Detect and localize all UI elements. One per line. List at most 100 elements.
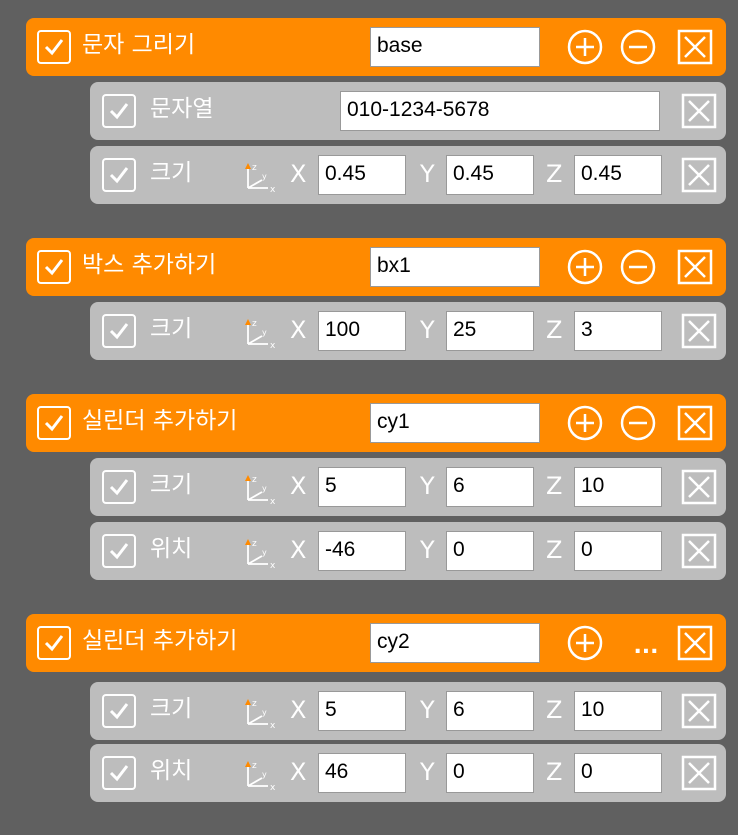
svg-text:x: x (270, 721, 276, 728)
close-box-icon[interactable] (676, 624, 714, 662)
enable-checkbox[interactable] (37, 626, 71, 660)
property-label: 크기 (150, 696, 193, 722)
checkmark-icon (109, 703, 129, 720)
group-title: 실린더 추가하기 (82, 628, 238, 654)
svg-text:z: z (252, 699, 257, 709)
z-value-input[interactable]: 0 (574, 753, 662, 793)
group-header-box: 박스 추가하기 bx1 (26, 238, 726, 296)
group-title: 실린더 추가하기 (82, 408, 238, 434)
property-row-size: 크기 zyx X 0.45 Y 0.45 Z 0.45 (90, 146, 726, 204)
plus-circle-icon[interactable] (566, 28, 604, 66)
string-value-input[interactable]: 010-1234-5678 (340, 91, 660, 131)
enable-checkbox[interactable] (102, 534, 136, 568)
svg-text:y: y (262, 172, 267, 181)
object-name-input[interactable]: cy2 (370, 623, 540, 663)
close-box-icon[interactable] (680, 532, 718, 570)
y-axis-label: Y (420, 696, 435, 724)
x-value-input[interactable]: 100 (318, 311, 406, 351)
close-box-icon[interactable] (680, 312, 718, 350)
enable-checkbox[interactable] (102, 314, 136, 348)
property-label: 크기 (150, 472, 193, 498)
y-value-input[interactable]: 0.45 (446, 155, 534, 195)
close-box-icon[interactable] (676, 28, 714, 66)
y-value-input[interactable]: 6 (446, 691, 534, 731)
svg-text:x: x (270, 783, 276, 790)
property-label: 위치 (150, 758, 193, 784)
property-row-size: 크기 zyx X 100 Y 25 Z 3 (90, 302, 726, 360)
close-box-icon[interactable] (680, 754, 718, 792)
property-row-position: 위치 zyx X 46 Y 0 Z 0 (90, 744, 726, 802)
xyz-axes-icon: zyx (245, 475, 276, 504)
xyz-axes-icon: zyx (245, 163, 276, 192)
property-row-size: 크기 zyx X 5 Y 6 Z 10 (90, 682, 726, 740)
enable-checkbox[interactable] (102, 470, 136, 504)
x-value-input[interactable]: 0.45 (318, 155, 406, 195)
x-value-input[interactable]: -46 (318, 531, 406, 571)
x-value-input[interactable]: 46 (318, 753, 406, 793)
minus-circle-icon[interactable] (619, 248, 657, 286)
plus-circle-icon[interactable] (566, 248, 604, 286)
property-row-position: 위치 zyx X -46 Y 0 Z 0 (90, 522, 726, 580)
z-value-input[interactable]: 0.45 (574, 155, 662, 195)
y-axis-label: Y (420, 536, 435, 564)
z-axis-label: Z (546, 696, 563, 724)
minus-circle-icon[interactable] (619, 28, 657, 66)
svg-text:y: y (262, 770, 267, 779)
enable-checkbox[interactable] (37, 30, 71, 64)
z-axis-label: Z (546, 758, 563, 786)
x-axis-label: X (290, 316, 307, 344)
z-axis-label: Z (546, 160, 563, 188)
y-axis-label: Y (420, 472, 435, 500)
enable-checkbox[interactable] (37, 406, 71, 440)
z-value-input[interactable]: 10 (574, 467, 662, 507)
svg-text:z: z (252, 319, 257, 329)
group-header-text: 문자 그리기 base (26, 18, 726, 76)
object-name-input[interactable]: cy1 (370, 403, 540, 443)
z-value-input[interactable]: 3 (574, 311, 662, 351)
plus-circle-icon[interactable] (566, 624, 604, 662)
close-box-icon[interactable] (680, 692, 718, 730)
property-label: 크기 (150, 160, 193, 186)
y-axis-label: Y (420, 758, 435, 786)
x-axis-label: X (290, 472, 307, 500)
property-label: 위치 (150, 536, 193, 562)
property-label: 크기 (150, 316, 193, 342)
enable-checkbox[interactable] (37, 250, 71, 284)
checkmark-icon (44, 415, 64, 432)
svg-text:x: x (270, 341, 276, 348)
checkmark-icon (44, 635, 64, 652)
x-value-input[interactable]: 5 (318, 691, 406, 731)
y-value-input[interactable]: 25 (446, 311, 534, 351)
z-value-input[interactable]: 10 (574, 691, 662, 731)
close-box-icon[interactable] (680, 92, 718, 130)
close-box-icon[interactable] (676, 248, 714, 286)
checkmark-icon (44, 259, 64, 276)
enable-checkbox[interactable] (102, 756, 136, 790)
plus-circle-icon[interactable] (566, 404, 604, 442)
object-name-input[interactable]: bx1 (370, 247, 540, 287)
node-editor-panel: 문자 그리기 base 문자열 010-1234-5678 크기 zyx X 0… (0, 0, 738, 835)
enable-checkbox[interactable] (102, 94, 136, 128)
more-options-button[interactable]: ... (626, 624, 666, 662)
y-value-input[interactable]: 0 (446, 531, 534, 571)
checkmark-icon (109, 323, 129, 340)
svg-text:y: y (262, 708, 267, 717)
z-axis-label: Z (546, 536, 563, 564)
z-value-input[interactable]: 0 (574, 531, 662, 571)
x-axis-label: X (290, 160, 307, 188)
close-box-icon[interactable] (676, 404, 714, 442)
enable-checkbox[interactable] (102, 694, 136, 728)
svg-text:x: x (270, 561, 276, 568)
y-value-input[interactable]: 0 (446, 753, 534, 793)
object-name-input[interactable]: base (370, 27, 540, 67)
minus-circle-icon[interactable] (619, 404, 657, 442)
group-header-cylinder: 실린더 추가하기 cy1 (26, 394, 726, 452)
y-value-input[interactable]: 6 (446, 467, 534, 507)
close-box-icon[interactable] (680, 156, 718, 194)
xyz-axes-icon: zyx (245, 539, 276, 568)
y-axis-label: Y (420, 160, 435, 188)
enable-checkbox[interactable] (102, 158, 136, 192)
checkmark-icon (109, 103, 129, 120)
close-box-icon[interactable] (680, 468, 718, 506)
x-value-input[interactable]: 5 (318, 467, 406, 507)
